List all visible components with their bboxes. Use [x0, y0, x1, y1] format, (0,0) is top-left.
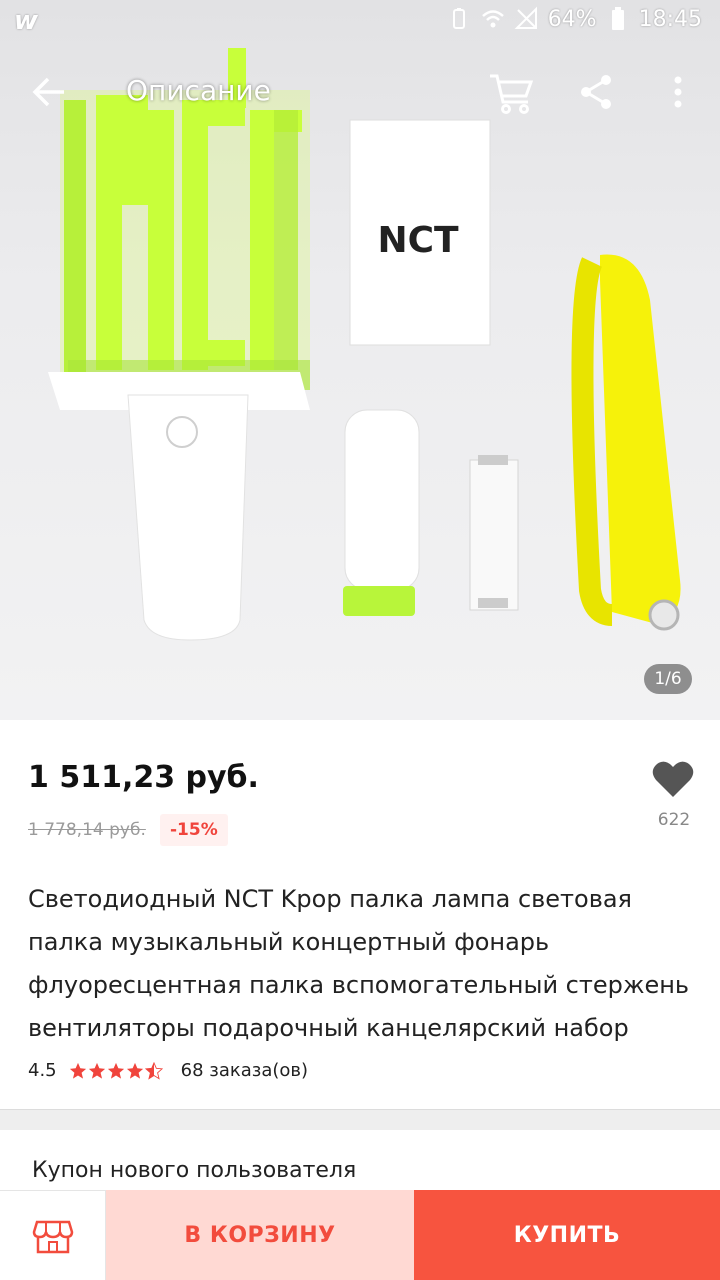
orders-count: 68 заказа(ов): [180, 1060, 309, 1081]
back-arrow-icon[interactable]: [26, 68, 74, 116]
battery-icon: [611, 7, 624, 30]
share-icon[interactable]: [574, 70, 618, 114]
rating-row[interactable]: 4.5 68 заказа(ов): [28, 1060, 308, 1081]
more-vert-icon[interactable]: [656, 70, 700, 114]
lightstick-handle: [127, 394, 249, 641]
product-info-card: 1 511,23 руб. 1 778,14 руб. -15% 622 Све…: [0, 720, 720, 1110]
add-to-cart-button[interactable]: В КОРЗИНУ: [106, 1190, 414, 1280]
discount-badge: -15%: [160, 814, 228, 846]
star-icon: [69, 1062, 86, 1079]
page-title: Описание: [126, 74, 271, 107]
clock: 18:45: [638, 6, 702, 32]
heart-icon[interactable]: [650, 756, 696, 802]
product-card: NCT: [349, 119, 491, 346]
store-icon: [32, 1220, 73, 1253]
price: 1 511,23 руб.: [28, 760, 259, 795]
wifi-icon: [481, 10, 504, 28]
coupon-label: Купон нового пользователя: [32, 1158, 357, 1183]
star-half-icon: [144, 1061, 163, 1080]
wishlist-count: 622: [657, 810, 691, 830]
battery-percent: 64%: [547, 6, 597, 32]
star-icon: [88, 1062, 105, 1079]
status-icons: 64% 18:45: [446, 6, 702, 32]
battery-cap: [343, 409, 420, 616]
status-bar: w 64% 18:45: [0, 0, 720, 44]
wrist-strap: [571, 254, 681, 631]
battery-saver-icon: [452, 8, 465, 29]
old-price: 1 778,14 руб.: [28, 820, 146, 840]
star-icon: [126, 1062, 143, 1079]
star-icon: [107, 1062, 124, 1079]
rating-stars: [69, 1061, 163, 1080]
image-counter: 1/6: [644, 664, 692, 694]
product-title[interactable]: Светодиодный NCT Kpop палка лампа светов…: [28, 878, 696, 1050]
top-toolbar: Описание: [0, 56, 720, 130]
battery-holder: [469, 455, 519, 611]
bottom-action-bar: В КОРЗИНУ КУПИТЬ: [0, 1190, 720, 1280]
store-button[interactable]: [0, 1190, 106, 1280]
cart-icon[interactable]: [486, 68, 536, 118]
product-screen: NCT w 64% 18:45 Описание 1/6 1 511,23 ру…: [0, 0, 720, 1280]
signal-off-icon: [514, 6, 537, 29]
card-logo-text: NCT: [377, 220, 459, 261]
app-logo: w: [14, 6, 39, 36]
rating-value: 4.5: [28, 1060, 57, 1081]
buy-now-button[interactable]: КУПИТЬ: [414, 1190, 720, 1280]
